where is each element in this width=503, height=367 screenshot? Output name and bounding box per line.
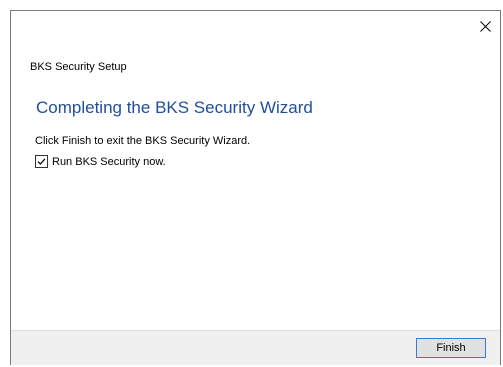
description-text: Click Finish to exit the BKS Security Wi… xyxy=(35,135,251,147)
page-heading: Completing the BKS Security Wizard xyxy=(36,98,313,117)
button-bar: Finish xyxy=(11,330,500,365)
checkmark-icon xyxy=(37,158,46,165)
run-now-label[interactable]: Run BKS Security now. xyxy=(52,156,166,168)
setup-wizard-window: BKS Security Setup Completing the BKS Se… xyxy=(10,10,501,365)
finish-button[interactable]: Finish xyxy=(416,338,486,358)
close-button[interactable] xyxy=(470,11,500,41)
close-icon xyxy=(479,20,491,32)
run-now-checkbox[interactable] xyxy=(35,155,48,168)
run-now-option[interactable]: Run BKS Security now. xyxy=(35,155,166,168)
app-title: BKS Security Setup xyxy=(30,61,127,73)
